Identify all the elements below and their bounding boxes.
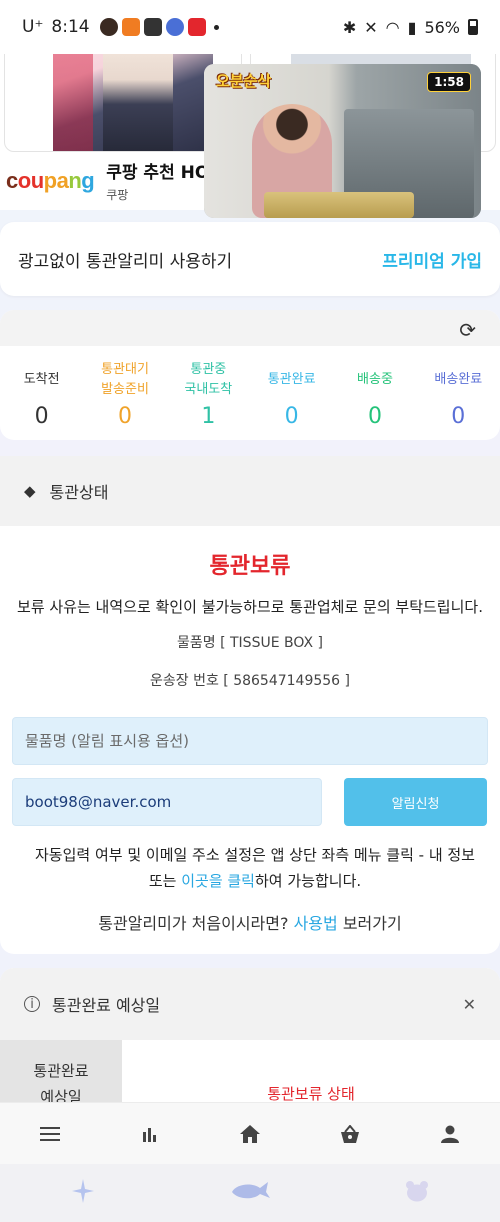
refresh-icon[interactable]: ⟳	[459, 318, 476, 342]
tracking-number-line: 운송장 번호 [ 586547149556 ]	[149, 673, 350, 689]
section-title: 통관상태	[49, 483, 109, 502]
video-player[interactable]: 오분순삭 1:58	[204, 64, 481, 218]
video-channel-logo: 오분순삭	[216, 72, 272, 90]
bottom-navigation	[0, 1102, 500, 1164]
customs-detail-panel: 통관보류 보류 사유는 내역으로 확인이 불가능하므로 통관업체로 문의 부탁드…	[0, 526, 500, 954]
clock: 8:14	[51, 17, 90, 37]
status-counts-card: ⟳ 도착전 0 통관대기 발송준비 0 통관중 국내도착 1 통관완료 0 배송중 …	[0, 310, 500, 440]
usage-guide-link[interactable]: 사용법	[294, 914, 338, 933]
count-value: 0	[117, 404, 132, 429]
count-col-customs-waiting[interactable]: 통관대기 발송준비 0	[83, 360, 166, 429]
expected-completion-header[interactable]: i 통관완료 예상일 ✕	[0, 968, 500, 1040]
talk-icon	[99, 18, 118, 36]
premium-join-link[interactable]: 프리미엄 가입	[382, 247, 482, 272]
video-duration: 1:58	[427, 72, 471, 92]
ad-title: 쿠팡 추천 HO	[106, 163, 210, 183]
status-bar: U⁺ 8:14 ✱ ✕ ◠ ▮ 56%	[0, 0, 500, 54]
premium-label: 광고없이 통관알리미 사용하기	[18, 251, 233, 272]
notification-icons	[99, 18, 219, 36]
ad-brand-row[interactable]: coupang 쿠팡 추천 HO 쿠팡	[6, 158, 209, 203]
hold-notice: 보류 사유는 내역으로 확인이 불가능하므로 통관업체로 문의 부탁드립니다.	[17, 598, 483, 616]
premium-banner[interactable]: 광고없이 통관알리미 사용하기 프리미엄 가입	[0, 222, 500, 296]
app-icon	[121, 18, 140, 36]
menu-icon[interactable]	[30, 1126, 70, 1142]
count-value: 0	[367, 404, 382, 429]
count-col-in-customs[interactable]: 통관중 국내도착 1	[167, 360, 250, 429]
count-col-customs-complete[interactable]: 통관완료 0	[250, 360, 333, 429]
ad-text: 쿠팡 추천 HO 쿠팡	[106, 158, 209, 203]
notify-request-button[interactable]: 알림신청	[344, 778, 487, 826]
person-icon[interactable]	[430, 1125, 470, 1143]
chart-icon[interactable]	[130, 1126, 170, 1142]
system-indicators: ✱ ✕ ◠ ▮ 56%	[343, 18, 478, 37]
signal-icon: ▮	[407, 17, 417, 37]
customs-status-title: 통관보류	[209, 554, 291, 579]
expected-title: 통관완료 예상일	[52, 996, 161, 1015]
count-col-delivered[interactable]: 배송완료 0	[417, 360, 500, 429]
count-value: 1	[201, 404, 216, 429]
sparkle-icon[interactable]	[53, 1179, 113, 1207]
count-value: 0	[451, 404, 466, 429]
ad-subtitle: 쿠팡	[106, 188, 129, 202]
wifi-icon: ◠	[385, 17, 400, 37]
system-navigation-bar	[0, 1164, 500, 1222]
customs-status-header: ◆ 통관상태	[0, 456, 500, 526]
app-icon	[143, 18, 162, 36]
status-count-columns: 도착전 0 통관대기 발송준비 0 통관중 국내도착 1 통관완료 0 배송중 0 …	[0, 360, 500, 429]
basket-icon[interactable]	[330, 1124, 370, 1143]
settings-help-text: 자동입력 여부 및 이메일 주소 설정은 앱 상단 좌측 메뉴 클릭 - 내 정…	[34, 846, 475, 890]
coupang-logo: coupang	[6, 167, 95, 193]
first-time-guide: 통관알리미가 처음이시라면? 사용법 보러가기	[98, 914, 402, 933]
expected-value: 통관보류 상태	[267, 1085, 355, 1103]
count-col-shipping[interactable]: 배송중 0	[333, 360, 416, 429]
battery-icon	[468, 19, 478, 35]
bear-icon[interactable]	[387, 1180, 447, 1206]
item-name-input[interactable]	[12, 717, 488, 765]
battery-percent: 56%	[424, 17, 460, 37]
whale-icon[interactable]	[220, 1180, 280, 1206]
info-icon: i	[24, 996, 40, 1012]
app-icon	[165, 18, 184, 36]
mute-icon: ✕	[364, 17, 378, 37]
email-field[interactable]	[12, 778, 322, 826]
item-name-line: 물품명 [ TISSUE BOX ]	[177, 635, 323, 651]
count-value: 0	[284, 404, 299, 429]
count-value: 0	[34, 404, 49, 429]
more-dot-icon	[213, 24, 219, 30]
collapse-icon[interactable]: ✕	[463, 995, 476, 1014]
bluetooth-icon: ✱	[342, 17, 357, 37]
carrier-label: U⁺	[22, 17, 44, 37]
app-icon	[187, 18, 206, 36]
expected-completion-card: i 통관완료 예상일 ✕ 통관완료 예상일 통관보류 상태	[0, 968, 500, 1118]
count-col-before-arrival[interactable]: 도착전 0	[0, 360, 83, 429]
click-here-link[interactable]: 이곳을 클릭	[181, 872, 255, 890]
home-icon[interactable]	[230, 1124, 270, 1143]
package-icon: ◆	[24, 482, 36, 500]
